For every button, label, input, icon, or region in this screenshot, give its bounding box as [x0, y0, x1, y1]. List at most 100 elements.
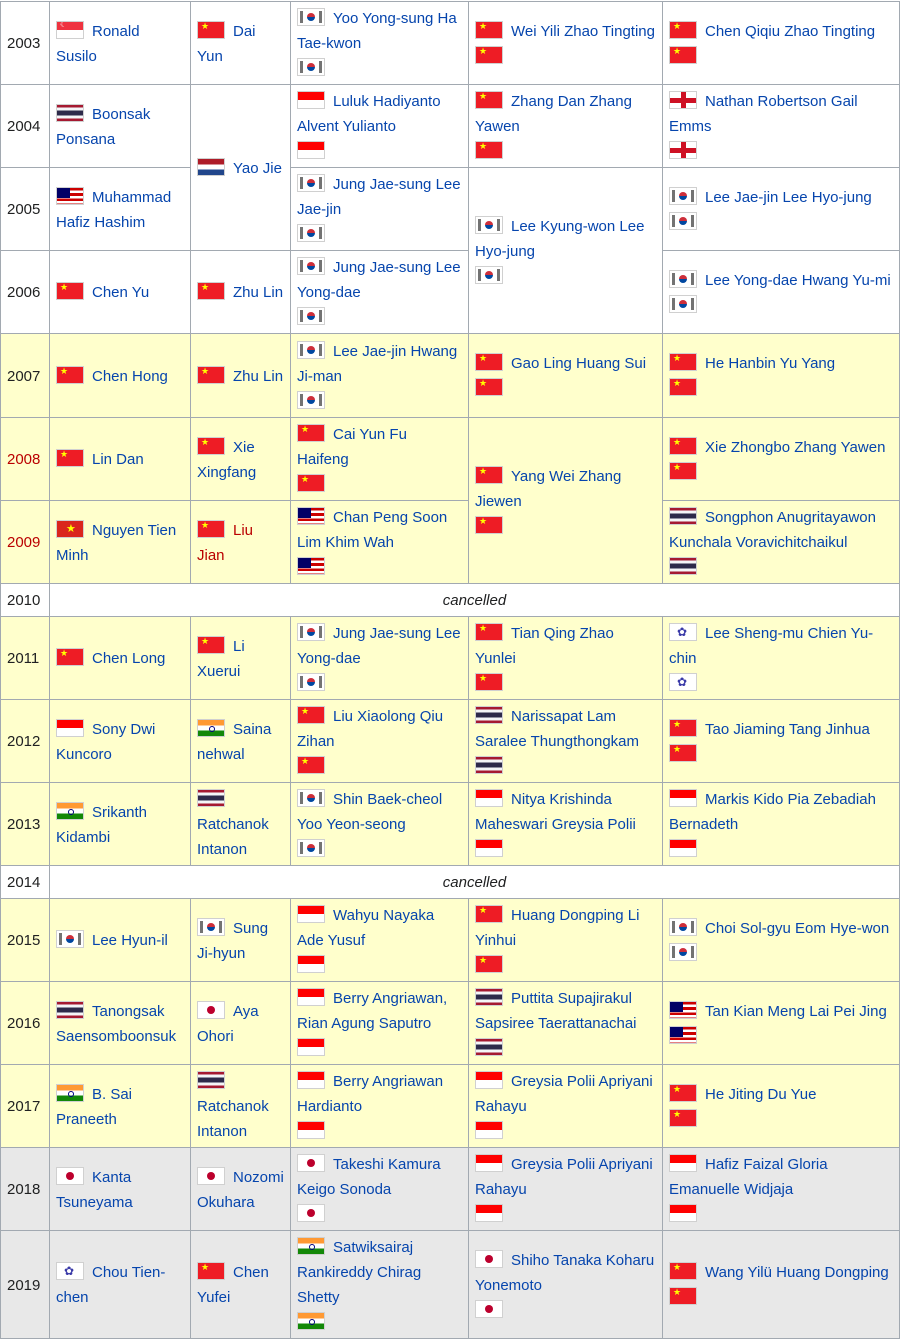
- xd-winner-link[interactable]: Lee Jae-jin Lee Hyo-jung: [705, 189, 872, 206]
- china-flag-icon: [475, 673, 503, 691]
- ms-cell: B. Sai Praneeth: [49, 1064, 191, 1148]
- table-row: 2005 Muhammad Hafiz Hashim Jung Jae-sung L…: [0, 167, 900, 334]
- south-korea-flag-icon: [297, 8, 325, 26]
- south-korea-flag-icon: [669, 186, 697, 205]
- wd-cell: Gao Ling Huang Sui: [468, 333, 663, 418]
- south-korea-flag-icon: [475, 215, 503, 234]
- ws-winner-link[interactable]: Zhu Lin: [233, 368, 283, 385]
- wd-cell: Zhang Dan Zhang Yawen: [468, 84, 663, 168]
- china-flag-icon: [197, 1262, 225, 1280]
- md-cell: Lee Jae-jin Hwang Ji-man: [290, 333, 469, 418]
- south-korea-flag-icon: [475, 265, 503, 284]
- china-flag-icon: [475, 623, 503, 641]
- indonesia-flag-icon: [297, 955, 325, 973]
- ms-cell: Srikanth Kidambi: [49, 782, 191, 866]
- md-cell: Shin Baek-cheol Yoo Yeon-seong: [290, 782, 469, 866]
- md-cell: Yoo Yong-sung Ha Tae-kwon: [290, 1, 469, 85]
- table-row: 2017 B. Sai Praneeth Ratchanok Intanon Berr…: [0, 1064, 900, 1148]
- china-flag-icon: [475, 353, 503, 371]
- table-row: 2003Ronald SusiloDai YunYoo Yong-sung Ha…: [0, 1, 900, 85]
- ws-cell: Zhu Lin: [190, 250, 291, 334]
- xd-winner-link[interactable]: Markis Kido Pia Zebadiah Bernadeth: [669, 791, 876, 833]
- china-flag-icon: [669, 1287, 697, 1305]
- ms-winner-link[interactable]: Chen Yu: [92, 284, 149, 301]
- ms-winner-link[interactable]: Chen Long: [92, 650, 165, 667]
- china-flag-icon: [475, 955, 503, 973]
- xd-winner-link[interactable]: Choi Sol-gyu Eom Hye-won: [705, 920, 889, 937]
- thailand-flag-icon: [56, 103, 84, 122]
- ws-cell: Li Xuerui: [190, 616, 291, 700]
- year-cell: 2010: [0, 583, 50, 617]
- china-flag-icon: [669, 436, 697, 455]
- china-flag-icon: [197, 282, 225, 300]
- xd-winner-link[interactable]: Chen Qiqiu Zhao Tingting: [705, 23, 875, 40]
- india-flag-icon: [56, 801, 84, 820]
- south-korea-flag-icon: [297, 789, 325, 807]
- ws-winner-link[interactable]: Yao Jie: [233, 160, 282, 177]
- china-flag-icon: [669, 1083, 697, 1102]
- ws-winner-link[interactable]: Ratchanok Intanon: [197, 816, 269, 858]
- xd-winner-link[interactable]: Xie Zhongbo Zhang Yawen: [705, 439, 885, 456]
- ms-cell: Lee Hyun-il: [49, 898, 191, 982]
- china-flag-icon: [475, 141, 503, 159]
- xd-winner-link[interactable]: Wang Yilü Huang Dongping: [705, 1264, 889, 1281]
- ms-winner-link[interactable]: Lee Hyun-il: [92, 932, 168, 949]
- indonesia-flag-icon: [475, 839, 503, 857]
- china-flag-icon: [669, 1108, 697, 1127]
- ms-cell: Kanta Tsuneyama: [49, 1147, 191, 1231]
- year-cell: 2011: [0, 616, 50, 700]
- wd-cell: Shiho Tanaka Koharu Yonemoto: [468, 1230, 663, 1339]
- year-cell[interactable]: 2009: [0, 500, 50, 584]
- thailand-flag-icon: [197, 1071, 225, 1089]
- xd-winner-link[interactable]: Lee Yong-dae Hwang Yu-mi: [705, 272, 891, 289]
- ws-cell: Liu Jian: [190, 500, 291, 584]
- china-flag-icon: [56, 365, 84, 384]
- xd-cell: Lee Yong-dae Hwang Yu-mi: [662, 250, 900, 334]
- year-cell: 2019: [0, 1230, 50, 1339]
- xd-winner-link[interactable]: He Hanbin Yu Yang: [705, 355, 835, 372]
- table-row: 2010 cancelled: [0, 583, 900, 617]
- xd-cell: Markis Kido Pia Zebadiah Bernadeth: [662, 782, 900, 866]
- south-korea-flag-icon: [669, 211, 697, 230]
- thailand-flag-icon: [669, 557, 697, 575]
- china-flag-icon: [475, 378, 503, 396]
- indonesia-flag-icon: [475, 1204, 503, 1222]
- xd-winner-link[interactable]: Songphon Anugritayawon Kunchala Voravich…: [669, 509, 876, 551]
- ms-winner-link[interactable]: Lin Dan: [92, 451, 144, 468]
- md-cell: Cai Yun Fu Haifeng: [290, 417, 469, 501]
- xd-winner-link[interactable]: Tao Jiaming Tang Jinhua: [705, 721, 870, 738]
- indonesia-flag-icon: [297, 1071, 325, 1089]
- ms-cell: Muhammad Hafiz Hashim: [49, 167, 191, 251]
- ws-cell: Aya Ohori: [190, 981, 291, 1065]
- ms-winner-link[interactable]: Chen Hong: [92, 368, 168, 385]
- year-cell: 2012: [0, 699, 50, 783]
- china-flag-icon: [475, 45, 503, 64]
- ws-winner-link[interactable]: Zhu Lin: [233, 284, 283, 301]
- china-flag-icon: [197, 519, 225, 538]
- md-cell: Berry Angriawan Hardianto: [290, 1064, 469, 1148]
- xd-cell: Lee Jae-jin Lee Hyo-jung: [662, 167, 900, 251]
- wd-winner-link[interactable]: Gao Ling Huang Sui: [511, 355, 646, 372]
- indonesia-flag-icon: [297, 1038, 325, 1056]
- table-row: 2007 Chen Hong Zhu Lin Lee Jae-jin Hwang Ji…: [0, 333, 900, 418]
- china-flag-icon: [475, 905, 503, 923]
- south-korea-flag-icon: [297, 307, 325, 325]
- ws-cell: Zhu Lin: [190, 333, 291, 418]
- wd-winner-link[interactable]: Wei Yili Zhao Tingting: [511, 23, 655, 40]
- xd-winner-link[interactable]: Lee Sheng-mu Chien Yu-chin: [669, 625, 873, 667]
- xd-winner-link[interactable]: Tan Kian Meng Lai Pei Jing: [705, 1003, 887, 1020]
- xd-cell: Wang Yilü Huang Dongping: [662, 1230, 900, 1339]
- ws-winner-link[interactable]: Ratchanok Intanon: [197, 1098, 269, 1140]
- indonesia-flag-icon: [297, 141, 325, 159]
- ms-cell: Boonsak Ponsana: [49, 84, 191, 168]
- malaysia-flag-icon: [56, 186, 84, 205]
- south-korea-flag-icon: [669, 917, 697, 936]
- xd-winner-link[interactable]: He Jiting Du Yue: [705, 1086, 816, 1103]
- ws-cell: Saina nehwal: [190, 699, 291, 783]
- xd-winner-link[interactable]: Nathan Robertson Gail Emms: [669, 93, 858, 135]
- md-cell: Takeshi Kamura Keigo Sonoda: [290, 1147, 469, 1231]
- year-cell[interactable]: 2008: [0, 417, 50, 501]
- table-row: 2011 Chen Long Li XueruiJung Jae-sung Lee …: [0, 616, 900, 700]
- table-row: 2008 Lin Dan Xie XingfangCai Yun Fu Haifen…: [0, 417, 900, 584]
- table-row: 2009Nguyen Tien MinhLiu JianChan Peng So…: [0, 500, 900, 584]
